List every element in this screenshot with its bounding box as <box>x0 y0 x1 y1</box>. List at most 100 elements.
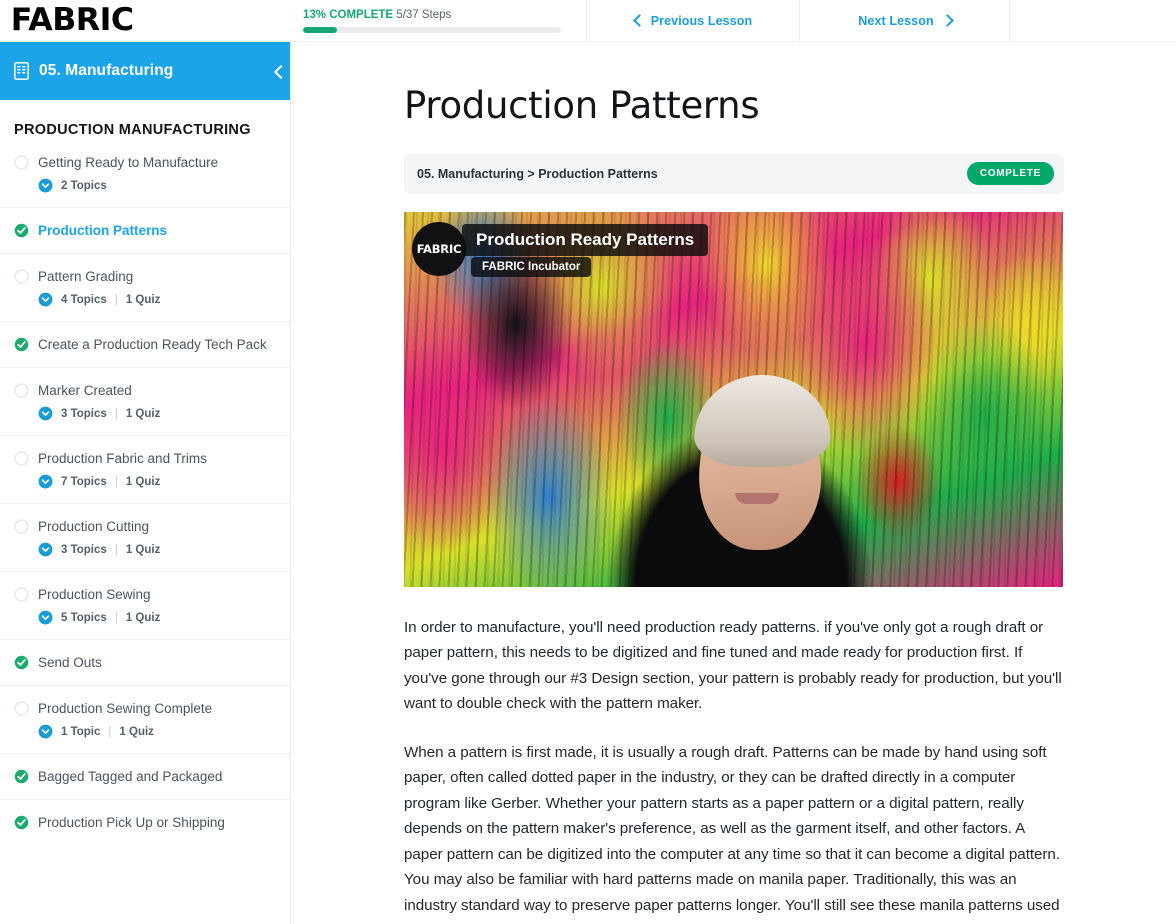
sidebar-lesson-row[interactable]: Production Pick Up or Shipping <box>14 814 278 831</box>
empty-circle-icon <box>14 269 29 284</box>
video-person-hair <box>693 374 830 467</box>
next-lesson-cell[interactable]: Next Lesson <box>800 0 1010 41</box>
sidebar-lesson-meta-separator: | <box>114 611 118 624</box>
sidebar-lesson-row[interactable]: Production Patterns <box>14 222 278 239</box>
sidebar-collapse-button[interactable] <box>265 58 290 84</box>
previous-lesson-label: Previous Lesson <box>650 13 753 28</box>
sidebar-lesson-row[interactable]: Production Cutting <box>14 518 278 535</box>
sidebar-lesson-item[interactable]: Pattern Grading 4 Topics | 1 Quiz <box>0 253 290 321</box>
sidebar-lesson-meta-separator: | <box>108 725 112 738</box>
empty-circle-icon <box>14 701 29 716</box>
video-subtitle-overlay: FABRIC Incubator <box>471 256 592 277</box>
sidebar-lesson-meta: 7 Topics | 1 Quiz <box>38 474 278 489</box>
check-circle-icon <box>14 337 29 352</box>
sidebar-lesson-row[interactable]: Bagged Tagged and Packaged <box>14 768 278 785</box>
page-title: Production Patterns <box>404 84 760 127</box>
sidebar-lesson-item[interactable]: Create a Production Ready Tech Pack <box>0 321 290 367</box>
progress-bar-fill <box>303 26 337 33</box>
chevron-down-circle-icon[interactable] <box>38 610 53 625</box>
sidebar-lesson-title: Getting Ready to Manufacture <box>38 155 219 170</box>
sidebar-lesson-meta: 3 Topics | 1 Quiz <box>38 406 278 421</box>
document-icon <box>14 62 29 80</box>
sidebar-lesson-item[interactable]: Production Pick Up or Shipping <box>0 799 290 845</box>
empty-circle-icon <box>14 383 29 398</box>
video-title-overlay: Production Ready Patterns <box>462 223 709 256</box>
sidebar-lesson-quiz-count: 1 Quiz <box>119 725 154 738</box>
sidebar-lesson-row[interactable]: Send Outs <box>14 654 278 671</box>
progress-steps-label: 5/37 Steps <box>396 8 452 21</box>
brand-cell: FABRIC <box>0 0 291 41</box>
lesson-video-player[interactable]: FABRIC Production Ready Patterns FABRIC … <box>404 211 1063 587</box>
sidebar-lesson-item[interactable]: Marker Created 3 Topics | 1 Quiz <box>0 367 290 435</box>
sidebar-lesson-row[interactable]: Getting Ready to Manufacture <box>14 154 278 171</box>
sidebar-lesson-meta: 5 Topics | 1 Quiz <box>38 610 278 625</box>
sidebar-lesson-item[interactable]: Production Patterns <box>0 207 290 253</box>
sidebar-lesson-item[interactable]: Production Sewing Complete 1 Topic | 1 Quiz <box>0 685 290 753</box>
sidebar-lesson-row[interactable]: Production Fabric and Trims <box>14 450 278 467</box>
previous-lesson-cell[interactable]: Previous Lesson <box>587 0 800 41</box>
sidebar-module-header[interactable]: 05. Manufacturing <box>0 42 290 100</box>
sidebar-lesson-title: Pattern Grading <box>38 269 134 284</box>
sidebar-lesson-title: Production Pick Up or Shipping <box>38 815 225 830</box>
empty-circle-icon <box>14 519 29 534</box>
sidebar-lesson-item[interactable]: Production Sewing 5 Topics | 1 Quiz <box>0 571 290 639</box>
sidebar-lesson-quiz-count: 1 Quiz <box>125 543 161 556</box>
sidebar-lesson-title: Bagged Tagged and Packaged <box>38 769 223 784</box>
sidebar-lesson-title: Production Sewing <box>38 587 151 602</box>
sidebar-lesson-title: Production Patterns <box>38 223 168 238</box>
sidebar-lesson-row[interactable]: Create a Production Ready Tech Pack <box>14 336 278 353</box>
sidebar-lesson-topics-count: 3 Topics <box>61 543 107 556</box>
sidebar-section-title: PRODUCTION MANUFACTURING <box>14 122 251 138</box>
status-badge: COMPLETE <box>966 162 1054 186</box>
lesson-paragraph: When a pattern is first made, it is usua… <box>404 743 1061 924</box>
check-circle-icon <box>14 815 29 830</box>
progress-label: 13% COMPLETE 5/37 Steps <box>303 9 574 22</box>
check-circle-icon <box>14 223 29 238</box>
course-sidebar: 05. Manufacturing PRODUCTION MANUFACTURI… <box>0 42 291 924</box>
chevron-down-circle-icon[interactable] <box>38 474 53 489</box>
chevron-right-icon <box>942 16 951 25</box>
sidebar-lesson-row[interactable]: Marker Created <box>14 382 278 399</box>
sidebar-lesson-meta-separator: | <box>114 293 118 306</box>
sidebar-lesson-title: Create a Production Ready Tech Pack <box>38 337 267 352</box>
sidebar-lesson-topics-count: 1 Topic <box>61 725 101 738</box>
chevron-down-circle-icon[interactable] <box>38 724 53 739</box>
sidebar-lesson-quiz-count: 1 Quiz <box>125 475 161 488</box>
top-bar: FABRIC 13% COMPLETE 5/37 Steps Previous … <box>0 0 1176 42</box>
progress-percent-label: 13% COMPLETE <box>303 8 394 21</box>
lesson-body-text: In order to manufacture, you'll need pro… <box>404 615 1064 924</box>
sidebar-lesson-item[interactable]: Getting Ready to Manufacture 2 Topics <box>0 152 290 207</box>
check-circle-icon <box>14 769 29 784</box>
video-brand-logo: FABRIC <box>412 221 466 276</box>
next-lesson-link[interactable]: Next Lesson <box>858 14 950 28</box>
breadcrumb[interactable]: 05. Manufacturing > Production Patterns <box>417 167 658 181</box>
sidebar-lesson-meta-separator: | <box>114 475 118 488</box>
check-circle-icon <box>14 655 29 670</box>
sidebar-module-title: 05. Manufacturing <box>39 62 174 79</box>
video-person-mouth <box>734 492 779 504</box>
sidebar-lesson-item[interactable]: Send Outs <box>0 639 290 685</box>
sidebar-lesson-item[interactable]: Bagged Tagged and Packaged <box>0 753 290 799</box>
lesson-content: Production Patterns 05. Manufacturing > … <box>291 42 1176 924</box>
chevron-down-circle-icon[interactable] <box>38 542 53 557</box>
sidebar-lesson-title: Marker Created <box>38 383 132 398</box>
sidebar-lesson-list: Getting Ready to Manufacture 2 Topics Prod… <box>0 152 290 845</box>
sidebar-lesson-meta-separator: | <box>114 407 118 420</box>
chevron-down-circle-icon[interactable] <box>38 406 53 421</box>
brand-logo[interactable]: FABRIC <box>11 5 134 36</box>
chevron-left-icon <box>634 16 643 25</box>
chevron-down-circle-icon[interactable] <box>38 178 53 193</box>
sidebar-lesson-row[interactable]: Pattern Grading <box>14 268 278 285</box>
sidebar-lesson-row[interactable]: Production Sewing Complete <box>14 700 278 717</box>
previous-lesson-link[interactable]: Previous Lesson <box>634 14 753 28</box>
chevron-down-circle-icon[interactable] <box>38 292 53 307</box>
sidebar-lesson-item[interactable]: Production Cutting 3 Topics | 1 Quiz <box>0 503 290 571</box>
sidebar-lesson-row[interactable]: Production Sewing <box>14 586 278 603</box>
progress-bar-track <box>303 26 561 33</box>
sidebar-lesson-quiz-count: 1 Quiz <box>125 407 161 420</box>
sidebar-lesson-meta: 4 Topics | 1 Quiz <box>38 292 278 307</box>
course-progress: 13% COMPLETE 5/37 Steps <box>291 0 587 41</box>
sidebar-lesson-quiz-count: 1 Quiz <box>125 611 161 624</box>
sidebar-lesson-item[interactable]: Production Fabric and Trims 7 Topics | 1 Qu… <box>0 435 290 503</box>
